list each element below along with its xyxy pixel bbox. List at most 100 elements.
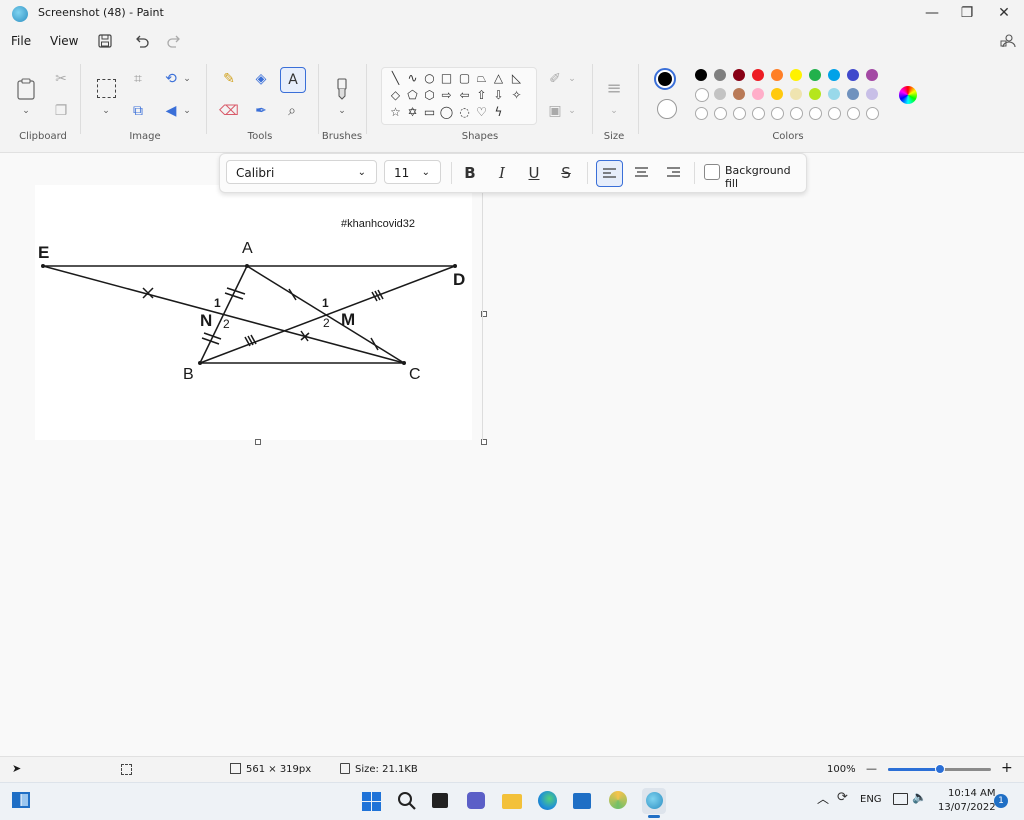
chevron-down-icon[interactable]: ⌄ (561, 100, 583, 122)
right-triangle-shape-icon[interactable]: ◺ (508, 70, 525, 87)
align-center-button[interactable] (629, 160, 654, 185)
five-point-star-shape-icon[interactable]: ☆ (387, 104, 404, 121)
color-swatch[interactable] (847, 88, 859, 100)
tray-chevron-icon[interactable]: ︿ (817, 790, 829, 807)
copy-icon[interactable]: ❐ (50, 100, 72, 122)
pencil-icon[interactable]: ✎ (218, 68, 240, 90)
undo-icon[interactable] (134, 33, 150, 49)
edit-colors-icon[interactable] (899, 86, 917, 104)
color-swatch[interactable] (714, 88, 726, 100)
paste-icon[interactable] (16, 78, 36, 100)
resize-handle-bottom[interactable] (255, 439, 261, 445)
custom-color-slot[interactable] (828, 107, 841, 120)
color-swatch[interactable] (752, 88, 764, 100)
clock-time[interactable]: 10:14 AM (948, 788, 995, 799)
left-arrow-shape-icon[interactable]: ⇦ (456, 87, 473, 104)
resize-icon[interactable]: ⧉ (127, 100, 149, 122)
save-icon[interactable] (98, 34, 112, 48)
align-right-button[interactable] (661, 160, 686, 185)
underline-button[interactable]: U (522, 161, 546, 185)
zoom-slider[interactable] (888, 764, 991, 774)
notification-badge[interactable]: 1 (994, 794, 1008, 808)
align-left-button[interactable] (596, 160, 623, 187)
zoom-in-button[interactable]: + (1001, 760, 1013, 776)
edge-icon[interactable] (538, 791, 557, 810)
rounded-rectangle-shape-icon[interactable]: ▢ (456, 70, 473, 87)
color-swatch[interactable] (847, 69, 859, 81)
custom-color-slot[interactable] (714, 107, 727, 120)
secondary-color[interactable] (657, 99, 677, 119)
color-swatch[interactable] (828, 88, 840, 100)
restore-button[interactable]: ❐ (952, 2, 982, 24)
cloud-callout-shape-icon[interactable]: ◌ (456, 104, 473, 121)
close-button[interactable]: ✕ (989, 2, 1019, 24)
four-point-star-shape-icon[interactable]: ✧ (508, 87, 525, 104)
select-icon[interactable] (97, 79, 116, 98)
crop-icon[interactable]: ⌗ (127, 68, 149, 90)
chevron-down-icon[interactable]: ⌄ (176, 68, 198, 90)
minimize-button[interactable]: — (917, 2, 947, 24)
paint-taskbar-icon[interactable] (642, 788, 666, 814)
rectangle-shape-icon[interactable]: □ (438, 70, 455, 87)
heart-shape-icon[interactable]: ♡ (473, 104, 490, 121)
redo-icon[interactable] (166, 33, 182, 49)
chat-icon[interactable] (467, 792, 485, 809)
hexagon-shape-icon[interactable]: ⬡ (421, 87, 438, 104)
polygon-shape-icon[interactable]: ⏢ (473, 70, 490, 87)
color-swatch[interactable] (809, 69, 821, 81)
rect-callout-shape-icon[interactable]: ▭ (421, 104, 438, 121)
zoom-level-text[interactable]: 100% (827, 764, 856, 775)
task-view-icon[interactable] (432, 793, 448, 808)
italic-button[interactable]: I (490, 161, 514, 185)
color-swatch[interactable] (828, 69, 840, 81)
color-swatch[interactable] (733, 69, 745, 81)
primary-color[interactable] (654, 68, 676, 90)
color-picker-icon[interactable]: ✒ (250, 100, 272, 122)
color-swatch[interactable] (866, 88, 878, 100)
store-icon[interactable] (573, 793, 591, 809)
brush-icon[interactable] (335, 78, 349, 100)
color-swatch[interactable] (790, 69, 802, 81)
color-swatch[interactable] (866, 69, 878, 81)
color-swatch[interactable] (771, 69, 783, 81)
lightning-shape-icon[interactable]: ϟ (490, 104, 507, 121)
widgets-icon[interactable] (12, 792, 30, 808)
language-indicator[interactable]: ENG (860, 794, 882, 805)
color-swatch[interactable] (809, 88, 821, 100)
app-icon[interactable] (609, 791, 627, 809)
color-swatch[interactable] (752, 69, 764, 81)
bold-button[interactable]: B (458, 161, 482, 185)
size-icon[interactable]: ≡ (603, 78, 625, 100)
custom-color-slot[interactable] (695, 107, 708, 120)
zoom-slider-thumb[interactable] (934, 764, 945, 774)
chevron-down-icon[interactable]: ⌄ (15, 100, 37, 122)
font-family-select[interactable]: Calibri ⌄ (226, 160, 377, 184)
chevron-down-icon[interactable]: ⌄ (603, 100, 625, 122)
cut-icon[interactable]: ✂ (50, 68, 72, 90)
color-swatch[interactable] (771, 88, 783, 100)
menu-file[interactable]: File (11, 34, 31, 48)
up-arrow-shape-icon[interactable]: ⇧ (473, 87, 490, 104)
eraser-icon[interactable]: ⌫ (218, 100, 240, 122)
custom-color-slot[interactable] (847, 107, 860, 120)
down-arrow-shape-icon[interactable]: ⇩ (490, 87, 507, 104)
account-icon[interactable] (1000, 33, 1016, 49)
file-explorer-icon[interactable] (502, 794, 522, 809)
custom-color-slot[interactable] (733, 107, 746, 120)
search-icon[interactable] (397, 791, 417, 811)
line-shape-icon[interactable]: ╲ (387, 70, 404, 87)
custom-color-slot[interactable] (771, 107, 784, 120)
chevron-down-icon[interactable]: ⌄ (331, 100, 353, 122)
color-swatch[interactable] (695, 69, 707, 81)
text-tool-button[interactable]: A (280, 67, 306, 93)
strikethrough-button[interactable]: S (554, 161, 578, 185)
zoom-out-button[interactable]: — (866, 762, 877, 775)
network-icon[interactable] (893, 793, 908, 805)
right-arrow-shape-icon[interactable]: ⇨ (438, 87, 455, 104)
custom-color-slot[interactable] (809, 107, 822, 120)
oval-callout-shape-icon[interactable]: ◯ (438, 104, 455, 121)
six-point-star-shape-icon[interactable]: ✡ (404, 104, 421, 121)
font-size-select[interactable]: 11 ⌄ (384, 160, 441, 184)
color-swatch[interactable] (790, 88, 802, 100)
diamond-shape-icon[interactable]: ◇ (387, 87, 404, 104)
